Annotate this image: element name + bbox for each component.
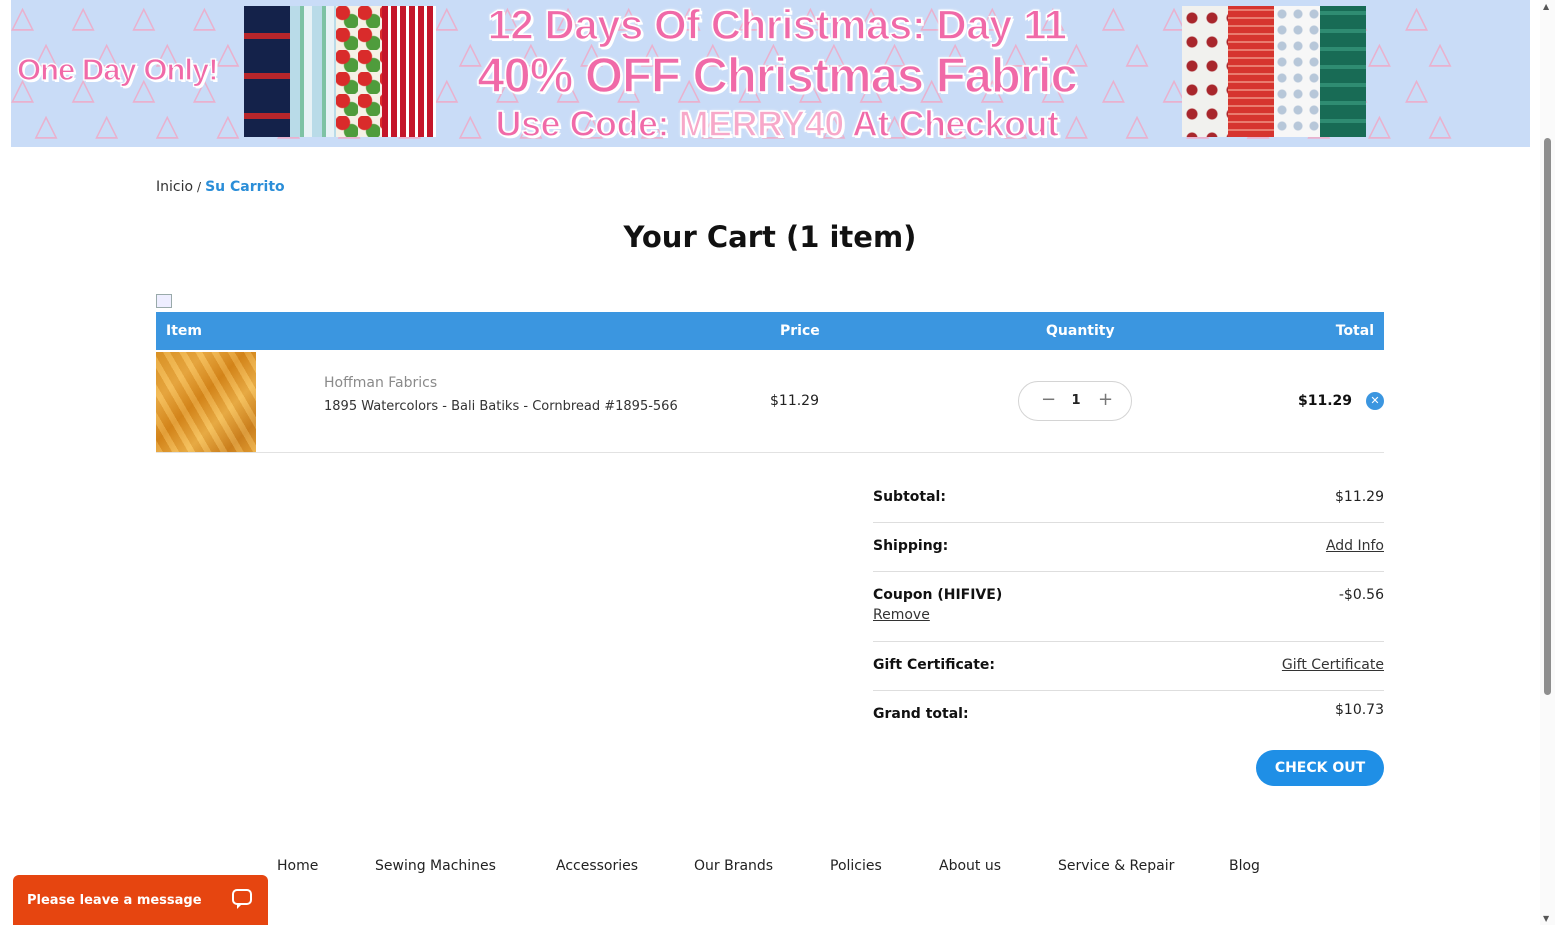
banner-code-suffix: At Checkout xyxy=(851,102,1060,145)
footer-nav-about-us[interactable]: About us xyxy=(939,858,1001,874)
shipping-row: Shipping: Add Info xyxy=(873,523,1384,572)
header-total: Total xyxy=(1335,323,1374,339)
header-price: Price xyxy=(780,323,820,339)
product-name-link[interactable]: 1895 Watercolors - Bali Batiks - Cornbre… xyxy=(324,399,678,414)
chat-widget[interactable]: Please leave a message xyxy=(13,875,268,925)
banner-code-prefix: Use Code: xyxy=(495,102,671,145)
coupon-row: Coupon (HIFIVE) -$0.56 Remove xyxy=(873,572,1384,642)
gift-certificate-link[interactable]: Gift Certificate xyxy=(1282,657,1384,673)
breadcrumb-separator: / xyxy=(197,180,202,194)
item-price: $11.29 xyxy=(770,393,819,409)
subtotal-label: Subtotal: xyxy=(873,489,946,505)
banner-line-1: 12 Days Of Christmas: Day 11 xyxy=(487,0,1068,49)
broken-image-icon xyxy=(156,294,172,308)
scroll-up-arrow-icon[interactable]: ▲ xyxy=(1543,2,1549,11)
one-day-only-text: One Day Only! xyxy=(16,51,219,87)
grand-total-label: Grand total: xyxy=(873,706,969,722)
quantity-input[interactable]: 1 xyxy=(1019,393,1133,408)
breadcrumb: Inicio / Su Carrito xyxy=(156,179,285,195)
banner-line-2: 40% OFF Christmas Fabric xyxy=(476,49,1078,103)
remove-coupon-link[interactable]: Remove xyxy=(873,607,930,623)
footer-nav-sewing-machines[interactable]: Sewing Machines xyxy=(375,858,496,874)
coupon-value: -$0.56 xyxy=(1338,587,1384,603)
item-total: $11.29 xyxy=(1297,393,1352,409)
product-thumbnail[interactable] xyxy=(156,352,256,452)
fabric-swatch xyxy=(1274,6,1320,137)
banner-headline: 12 Days Of Christmas: Day 11 40% OFF Chr… xyxy=(457,0,1097,146)
breadcrumb-current[interactable]: Su Carrito xyxy=(205,179,285,195)
scroll-thumb[interactable] xyxy=(1544,138,1551,695)
fabric-swatch xyxy=(290,6,336,137)
close-icon[interactable]: ✕ xyxy=(1366,392,1384,410)
footer-nav-our-brands[interactable]: Our Brands xyxy=(694,858,773,874)
shipping-label: Shipping: xyxy=(873,538,949,554)
fabric-swatch xyxy=(1182,6,1228,137)
subtotal-row: Subtotal: $11.29 xyxy=(873,474,1384,523)
grand-total-value: $10.73 xyxy=(1335,702,1384,718)
coupon-label: Coupon (HIFIVE) xyxy=(873,587,1003,603)
header-quantity: Quantity xyxy=(1046,323,1115,339)
footer-nav-policies[interactable]: Policies xyxy=(830,858,882,874)
checkout-button[interactable]: CHECK OUT xyxy=(1256,750,1384,786)
increase-quantity-button[interactable]: + xyxy=(1098,389,1113,410)
footer-nav-home[interactable]: Home xyxy=(277,858,318,874)
product-brand: Hoffman Fabrics xyxy=(324,375,438,391)
chat-bubble-icon[interactable] xyxy=(232,889,252,909)
gift-certificate-label: Gift Certificate: xyxy=(873,657,996,673)
cart-totals: Subtotal: $11.29 Shipping: Add Info Coup… xyxy=(873,474,1384,739)
cart-table-header: Item Price Quantity Total xyxy=(156,312,1384,350)
quantity-stepper: − 1 + xyxy=(1018,381,1132,421)
header-item: Item xyxy=(166,323,202,339)
fabric-swatch xyxy=(336,6,382,137)
promo-banner[interactable]: △ △ △ △ △ △ △ △ △ △ △ △ △ △ △ △ △ △ △ △ … xyxy=(11,0,1530,147)
subtotal-value: $11.29 xyxy=(1335,489,1384,505)
promo-code: MERRY40 xyxy=(678,102,845,145)
fabric-swatch xyxy=(244,6,290,137)
breadcrumb-home-link[interactable]: Inicio xyxy=(156,179,193,195)
footer-nav-accessories[interactable]: Accessories xyxy=(556,858,638,874)
footer-nav-service-repair[interactable]: Service & Repair xyxy=(1058,858,1174,874)
banner-line-3: Use Code: MERRY40 At Checkout xyxy=(457,102,1097,146)
fabric-swatch xyxy=(1320,6,1366,137)
gift-certificate-row: Gift Certificate: Gift Certificate xyxy=(873,642,1384,691)
fabric-swatch xyxy=(382,6,436,137)
footer-nav-blog[interactable]: Blog xyxy=(1229,858,1260,874)
cart-item-row: Hoffman Fabrics 1895 Watercolors - Bali … xyxy=(156,352,1384,453)
grand-total-row: Grand total: $10.73 xyxy=(873,691,1384,739)
fabric-swatch xyxy=(1228,6,1274,137)
chat-widget-label[interactable]: Please leave a message xyxy=(27,893,202,908)
scroll-down-arrow-icon[interactable]: ▼ xyxy=(1543,914,1549,923)
page-scrollbar[interactable]: ▲ ▼ xyxy=(1540,0,1555,925)
add-shipping-info-link[interactable]: Add Info xyxy=(1326,538,1384,554)
page-title: Your Cart (1 item) xyxy=(623,220,917,254)
